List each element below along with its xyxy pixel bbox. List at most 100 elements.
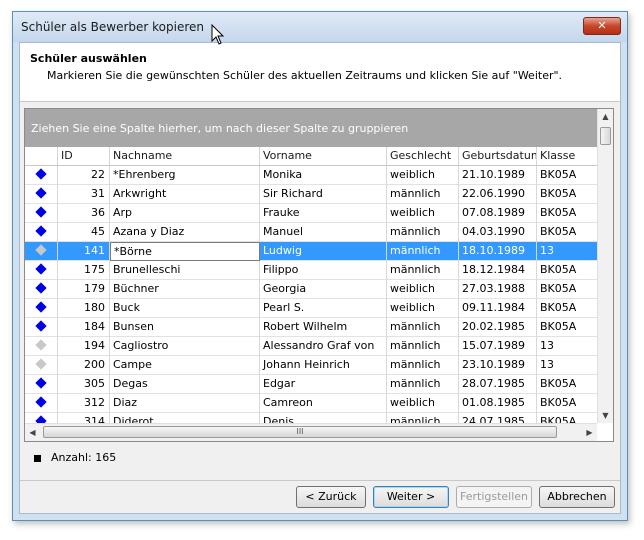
- horizontal-scrollbar[interactable]: ◀ III ▶: [25, 423, 597, 441]
- cell-nachname[interactable]: Diaz: [110, 394, 260, 413]
- cell-geschlecht[interactable]: männlich: [387, 242, 459, 261]
- table-row[interactable]: 175 Brunelleschi Filippo männlich 18.12.1984…: [25, 261, 597, 280]
- cell-geburtsdatum[interactable]: 21.10.1989: [459, 166, 537, 185]
- table-row[interactable]: 36 Arp Frauke weiblich 07.08.1989 BK05A: [25, 204, 597, 223]
- cell-geburtsdatum[interactable]: 09.11.1984: [459, 299, 537, 318]
- cell-geschlecht[interactable]: männlich: [387, 375, 459, 394]
- cell-nachname[interactable]: Buck: [110, 299, 260, 318]
- cell-nachname[interactable]: Arkwright: [110, 185, 260, 204]
- cell-geburtsdatum[interactable]: 27.03.1988: [459, 280, 537, 299]
- cell-geburtsdatum[interactable]: 18.12.1984: [459, 261, 537, 280]
- cell-marker[interactable]: [25, 318, 58, 337]
- cell-marker[interactable]: [25, 166, 58, 185]
- table-row[interactable]: 179 Büchner Georgia weiblich 27.03.1988 BK05A: [25, 280, 597, 299]
- cell-geschlecht[interactable]: männlich: [387, 185, 459, 204]
- column-header-nachname[interactable]: Nachname: [110, 147, 260, 165]
- cell-nachname[interactable]: Cagliostro: [110, 337, 260, 356]
- cell-geburtsdatum[interactable]: 23.10.1989: [459, 356, 537, 375]
- cell-nachname[interactable]: Bunsen: [110, 318, 260, 337]
- cell-klasse[interactable]: BK05A: [537, 280, 597, 299]
- cell-marker[interactable]: [25, 242, 58, 261]
- cell-vorname[interactable]: Alessandro Graf von: [260, 337, 387, 356]
- cell-vorname[interactable]: Camreon: [260, 394, 387, 413]
- cell-geschlecht[interactable]: weiblich: [387, 204, 459, 223]
- column-header-geburtsdatum[interactable]: Geburtsdatum: [459, 147, 537, 165]
- table-row-selected[interactable]: 141 *Börne Ludwig männlich 18.10.1989 13: [25, 242, 597, 261]
- table-row[interactable]: 180 Buck Pearl S. weiblich 09.11.1984 BK05A: [25, 299, 597, 318]
- cancel-button[interactable]: Abbrechen: [539, 486, 615, 508]
- table-row[interactable]: 45 Azana y Diaz Manuel männlich 04.03.1990 BK…: [25, 223, 597, 242]
- vertical-scroll-thumb[interactable]: [600, 127, 611, 145]
- cell-marker[interactable]: [25, 375, 58, 394]
- cell-geschlecht[interactable]: weiblich: [387, 394, 459, 413]
- scroll-right-icon[interactable]: ▶: [582, 425, 597, 440]
- cell-klasse[interactable]: BK05A: [537, 185, 597, 204]
- cell-id[interactable]: 180: [58, 299, 110, 318]
- table-row[interactable]: 305 Degas Edgar männlich 28.07.1985 BK05A: [25, 375, 597, 394]
- cell-geburtsdatum[interactable]: 18.10.1989: [459, 242, 537, 261]
- cell-klasse[interactable]: BK05A: [537, 223, 597, 242]
- cell-klasse[interactable]: 13: [537, 356, 597, 375]
- cell-geburtsdatum[interactable]: 07.08.1989: [459, 204, 537, 223]
- cell-geschlecht[interactable]: männlich: [387, 356, 459, 375]
- cell-geschlecht[interactable]: männlich: [387, 318, 459, 337]
- cell-nachname[interactable]: Campe: [110, 356, 260, 375]
- cell-nachname[interactable]: Büchner: [110, 280, 260, 299]
- cell-nachname[interactable]: Degas: [110, 375, 260, 394]
- cell-marker[interactable]: [25, 185, 58, 204]
- back-button[interactable]: < Zurück: [296, 486, 366, 508]
- cell-vorname[interactable]: Manuel: [260, 223, 387, 242]
- cell-klasse[interactable]: BK05A: [537, 394, 597, 413]
- scroll-left-icon[interactable]: ◀: [25, 425, 40, 440]
- cell-id[interactable]: 200: [58, 356, 110, 375]
- cell-vorname[interactable]: Ludwig: [260, 242, 387, 261]
- table-row[interactable]: 184 Bunsen Robert Wilhelm männlich 20.02.198…: [25, 318, 597, 337]
- cell-marker[interactable]: [25, 280, 58, 299]
- title-bar[interactable]: Schüler als Bewerber kopieren ✕: [13, 12, 627, 42]
- cell-geburtsdatum[interactable]: 04.03.1990: [459, 223, 537, 242]
- cell-id[interactable]: 22: [58, 166, 110, 185]
- column-header-vorname[interactable]: Vorname: [260, 147, 387, 165]
- cell-id[interactable]: 141: [58, 242, 110, 261]
- cell-id[interactable]: 312: [58, 394, 110, 413]
- table-row[interactable]: 312 Diaz Camreon weiblich 01.08.1985 BK05A: [25, 394, 597, 413]
- vertical-scrollbar[interactable]: ▲ ▼: [597, 109, 613, 423]
- group-by-panel[interactable]: Ziehen Sie eine Spalte hierher, um nach …: [25, 109, 597, 147]
- cell-vorname[interactable]: Edgar: [260, 375, 387, 394]
- cell-id[interactable]: 175: [58, 261, 110, 280]
- cell-id[interactable]: 36: [58, 204, 110, 223]
- cell-nachname[interactable]: Arp: [110, 204, 260, 223]
- cell-vorname[interactable]: Johann Heinrich: [260, 356, 387, 375]
- cell-klasse[interactable]: 13: [537, 337, 597, 356]
- column-header-marker[interactable]: [25, 147, 58, 165]
- cell-marker[interactable]: [25, 394, 58, 413]
- cell-marker[interactable]: [25, 299, 58, 318]
- next-button[interactable]: Weiter >: [373, 486, 449, 508]
- cell-geschlecht[interactable]: weiblich: [387, 280, 459, 299]
- cell-marker[interactable]: [25, 204, 58, 223]
- cell-vorname[interactable]: Georgia: [260, 280, 387, 299]
- cell-klasse[interactable]: BK05A: [537, 261, 597, 280]
- cell-geburtsdatum[interactable]: 15.07.1989: [459, 337, 537, 356]
- cell-geburtsdatum[interactable]: 20.02.1985: [459, 318, 537, 337]
- cell-vorname[interactable]: Robert Wilhelm: [260, 318, 387, 337]
- cell-geschlecht[interactable]: männlich: [387, 337, 459, 356]
- cell-marker[interactable]: [25, 337, 58, 356]
- cell-nachname[interactable]: Brunelleschi: [110, 261, 260, 280]
- cell-vorname[interactable]: Sir Richard: [260, 185, 387, 204]
- cell-geburtsdatum[interactable]: 28.07.1985: [459, 375, 537, 394]
- cell-nachname[interactable]: *Ehrenberg: [110, 166, 260, 185]
- cell-marker[interactable]: [25, 356, 58, 375]
- cell-geschlecht[interactable]: männlich: [387, 261, 459, 280]
- cell-vorname[interactable]: Frauke: [260, 204, 387, 223]
- cell-id[interactable]: 194: [58, 337, 110, 356]
- cell-geburtsdatum[interactable]: 01.08.1985: [459, 394, 537, 413]
- table-row[interactable]: 31 Arkwright Sir Richard männlich 22.06.1990…: [25, 185, 597, 204]
- table-row[interactable]: 194 Cagliostro Alessandro Graf von männlich…: [25, 337, 597, 356]
- close-button[interactable]: ✕: [583, 17, 621, 35]
- cell-geschlecht[interactable]: weiblich: [387, 299, 459, 318]
- cell-klasse[interactable]: BK05A: [537, 166, 597, 185]
- cell-klasse[interactable]: BK05A: [537, 375, 597, 394]
- cell-id[interactable]: 184: [58, 318, 110, 337]
- cell-nachname[interactable]: *Börne: [110, 242, 260, 261]
